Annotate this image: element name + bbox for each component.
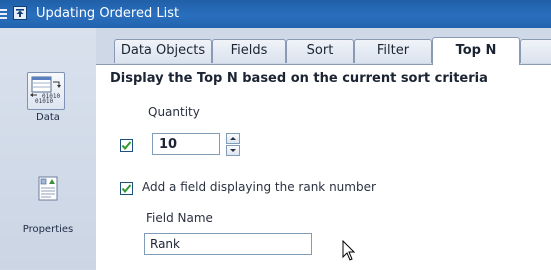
sidebar-item-data[interactable]: 01010 01010 Data xyxy=(0,28,96,128)
title-bar: Updating Ordered List xyxy=(0,0,551,28)
field-name-label: Field Name xyxy=(146,211,213,225)
pin-icon[interactable] xyxy=(13,6,27,20)
sidebar-item-label: Data xyxy=(36,112,60,123)
quantity-down-button[interactable] xyxy=(226,145,240,156)
field-name-input[interactable]: Rank xyxy=(144,233,312,255)
panel-heading: Display the Top N based on the current s… xyxy=(110,71,488,86)
tab-fields[interactable]: Fields xyxy=(212,39,286,63)
quantity-field[interactable]: 10 xyxy=(152,133,220,155)
tab-data-objects[interactable]: Data Objects xyxy=(114,39,212,63)
checkmark-icon xyxy=(121,184,132,194)
quantity-label: Quantity xyxy=(148,105,200,119)
quantity-checkbox[interactable] xyxy=(120,139,133,152)
tab-overflow[interactable] xyxy=(520,39,551,63)
checkmark-icon xyxy=(121,141,132,151)
mouse-cursor-icon xyxy=(342,240,356,261)
rank-checkbox-label[interactable]: Add a field displaying the rank number xyxy=(142,180,376,194)
rank-checkbox[interactable] xyxy=(120,182,133,195)
sidebar-item-label: Properties xyxy=(22,224,74,235)
menu-lines-icon[interactable] xyxy=(0,0,12,28)
sidebar: 01010 01010 Data Properties xyxy=(0,28,96,269)
window-title: Updating Ordered List xyxy=(36,6,180,21)
tab-top-n[interactable]: Top N xyxy=(432,37,520,65)
tab-sort[interactable]: Sort xyxy=(286,39,354,63)
tab-strip: Data Objects Fields Sort Filter Top N xyxy=(96,28,551,65)
svg-text:01010: 01010 xyxy=(35,98,53,105)
arrow-down-icon xyxy=(230,149,236,152)
properties-icon xyxy=(37,176,59,202)
tab-filter[interactable]: Filter xyxy=(354,39,432,63)
top-n-panel: Display the Top N based on the current s… xyxy=(96,64,551,270)
quantity-up-button[interactable] xyxy=(226,133,240,144)
arrow-up-icon xyxy=(230,137,236,140)
sidebar-item-properties[interactable]: Properties xyxy=(0,168,96,268)
data-icon: 01010 01010 xyxy=(27,72,65,110)
